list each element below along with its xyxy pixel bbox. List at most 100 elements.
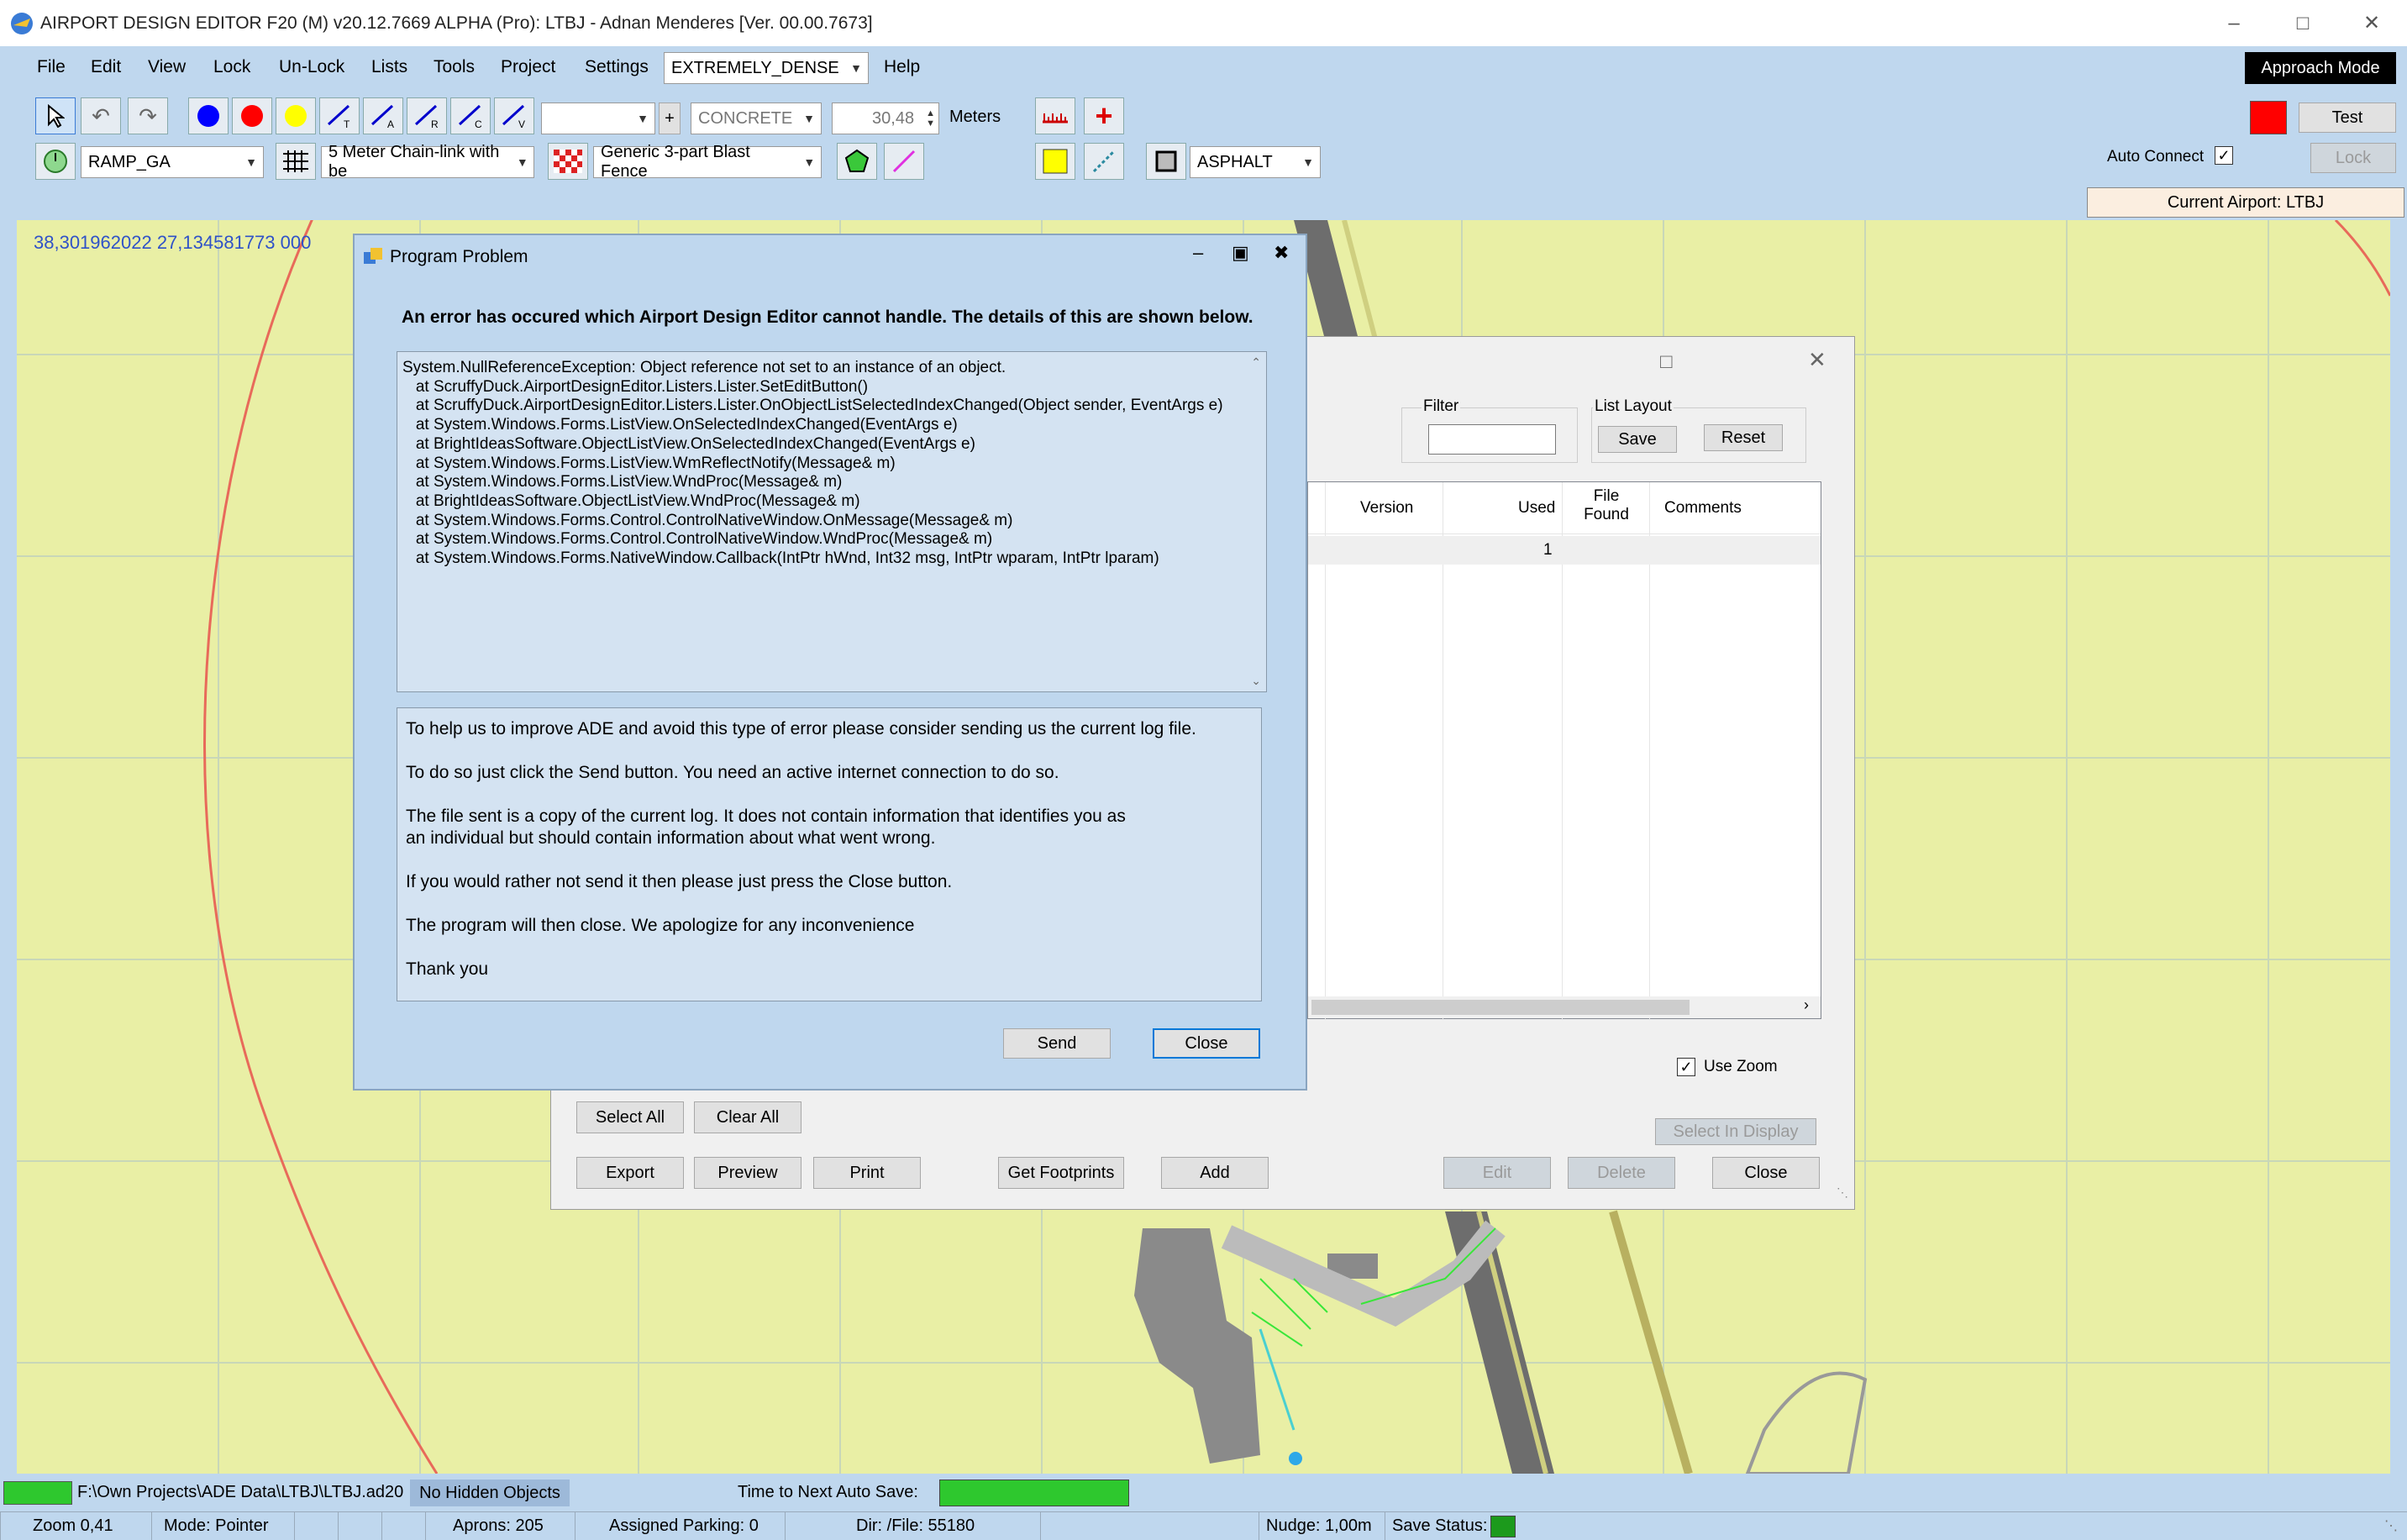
delete-button[interactable]: Delete bbox=[1568, 1157, 1675, 1189]
table-row[interactable]: 1 bbox=[1308, 536, 1821, 565]
error-heading: An error has occured which Airport Desig… bbox=[402, 307, 1253, 327]
ramp-tool[interactable] bbox=[35, 143, 76, 180]
window-title: AIRPORT DESIGN EDITOR F20 (M) v20.12.766… bbox=[40, 13, 873, 33]
line-type-select[interactable]: ▼ bbox=[541, 102, 655, 134]
polygon-tool[interactable] bbox=[837, 143, 877, 180]
column-used[interactable]: Used bbox=[1518, 499, 1555, 518]
select-all-button[interactable]: Select All bbox=[576, 1101, 684, 1133]
object-list[interactable]: Version Used File Found Comments 1 › bbox=[1307, 481, 1821, 1020]
measure-tool[interactable] bbox=[1035, 97, 1075, 134]
dialog-minimize-icon[interactable]: – bbox=[1193, 242, 1203, 264]
lister-close-icon[interactable]: ✕ bbox=[1808, 347, 1826, 373]
checker-icon bbox=[554, 150, 582, 173]
aprons-status: Aprons: 205 bbox=[425, 1512, 575, 1540]
nudge-status: Nudge: 1,00m bbox=[1259, 1512, 1385, 1540]
horizontal-scrollbar[interactable]: › bbox=[1308, 996, 1821, 1018]
menu-tools[interactable]: Tools bbox=[434, 57, 475, 77]
apron-line-tool[interactable]: A bbox=[363, 97, 403, 134]
blast-fence-select[interactable]: Generic 3-part Blast Fence ▼ bbox=[593, 143, 822, 181]
menu-edit[interactable]: Edit bbox=[91, 57, 121, 77]
runway-line-tool[interactable]: R bbox=[407, 97, 447, 134]
dashed-line-tool[interactable] bbox=[1084, 143, 1124, 180]
width-stepper[interactable]: 30,48 ▲ ▼ bbox=[832, 102, 939, 134]
column-comments[interactable]: Comments bbox=[1664, 499, 1742, 518]
send-button[interactable]: Send bbox=[1003, 1028, 1111, 1059]
apron-tool[interactable] bbox=[1146, 143, 1186, 180]
magic-line-tool[interactable] bbox=[884, 143, 924, 180]
dialog-close-button[interactable]: Close bbox=[1153, 1028, 1260, 1059]
ramp-select[interactable]: RAMP_GA ▼ bbox=[81, 146, 264, 178]
file-dir-status: Dir: /File: 55180 bbox=[785, 1512, 1040, 1540]
fence-select[interactable]: 5 Meter Chain-link with be ▼ bbox=[321, 143, 534, 181]
redo-button[interactable]: ↷ bbox=[128, 97, 168, 134]
maximize-icon[interactable]: □ bbox=[2268, 0, 2337, 46]
vehicle-line-tool[interactable]: V bbox=[494, 97, 534, 134]
autosave-label: Time to Next Auto Save: bbox=[738, 1483, 918, 1501]
edit-button[interactable]: Edit bbox=[1443, 1157, 1551, 1189]
pointer-tool[interactable] bbox=[35, 97, 76, 134]
add-button[interactable]: Add bbox=[1161, 1157, 1269, 1189]
clear-all-button[interactable]: Clear All bbox=[694, 1101, 801, 1133]
density-select[interactable]: EXTREMELY_DENSE ▼ bbox=[664, 52, 869, 84]
width-unit: Meters bbox=[949, 108, 1001, 126]
file-path: F:\Own Projects\ADE Data\LTBJ\LTBJ.ad20 bbox=[77, 1483, 404, 1501]
column-version[interactable]: Version bbox=[1360, 499, 1413, 518]
use-zoom-checkbox[interactable]: ✓ bbox=[1677, 1058, 1695, 1076]
preview-button[interactable]: Preview bbox=[694, 1157, 801, 1189]
scroll-right-icon[interactable]: › bbox=[1804, 996, 1809, 1014]
hidden-objects-badge[interactable]: No Hidden Objects bbox=[410, 1480, 570, 1506]
red-status-indicator[interactable] bbox=[2250, 101, 2287, 134]
blue-point-tool[interactable] bbox=[188, 97, 229, 134]
scroll-up-icon[interactable]: ⌃ bbox=[1251, 355, 1261, 370]
menu-unlock[interactable]: Un-Lock bbox=[279, 57, 344, 77]
stack-trace-box[interactable]: System.NullReferenceException: Object re… bbox=[397, 351, 1267, 692]
status-resize-grip-icon[interactable]: ⋱ bbox=[2384, 1517, 2398, 1534]
column-file-found[interactable]: File Found bbox=[1577, 487, 1636, 524]
print-button[interactable]: Print bbox=[813, 1157, 921, 1189]
layout-save-button[interactable]: Save bbox=[1598, 426, 1677, 453]
layout-reset-button[interactable]: Reset bbox=[1704, 424, 1783, 451]
surface-select[interactable]: CONCRETE ▼ bbox=[691, 102, 822, 134]
redo-icon: ↷ bbox=[139, 102, 157, 129]
menu-lists[interactable]: Lists bbox=[371, 57, 407, 77]
apron-square-icon bbox=[1155, 150, 1177, 172]
apron-surface-select[interactable]: ASPHALT ▼ bbox=[1190, 146, 1321, 178]
resize-grip-icon[interactable]: ⋱ bbox=[1837, 1185, 1848, 1200]
list-layout-label: List Layout bbox=[1593, 397, 1674, 416]
taxiway-line-tool[interactable]: T bbox=[319, 97, 360, 134]
add-line-type-button[interactable]: + bbox=[659, 102, 681, 134]
close-window-icon[interactable]: ✕ bbox=[2337, 0, 2406, 46]
yellow-fill-tool[interactable] bbox=[1035, 143, 1075, 180]
menu-project[interactable]: Project bbox=[501, 57, 555, 77]
fence-tool[interactable] bbox=[276, 143, 316, 180]
dialog-close-icon[interactable]: ✖ bbox=[1274, 242, 1289, 264]
red-point-tool[interactable] bbox=[232, 97, 272, 134]
menu-settings[interactable]: Settings bbox=[585, 57, 649, 77]
add-point-tool[interactable]: + bbox=[1084, 97, 1124, 134]
undo-button[interactable]: ↶ bbox=[81, 97, 121, 134]
auto-connect-checkbox[interactable]: ✓ bbox=[2215, 146, 2233, 165]
lock-button[interactable]: Lock bbox=[2310, 143, 2396, 173]
blast-fence-tool[interactable] bbox=[548, 143, 588, 180]
lister-maximize-icon[interactable]: □ bbox=[1660, 350, 1673, 374]
lister-close-button[interactable]: Close bbox=[1712, 1157, 1820, 1189]
test-button[interactable]: Test bbox=[2299, 102, 2396, 133]
get-footprints-button[interactable]: Get Footprints bbox=[998, 1157, 1124, 1189]
minimize-icon[interactable]: – bbox=[2199, 0, 2268, 46]
export-button[interactable]: Export bbox=[576, 1157, 684, 1189]
approach-mode-button[interactable]: Approach Mode bbox=[2245, 52, 2396, 84]
filter-input[interactable] bbox=[1428, 424, 1556, 455]
line-r-icon: R bbox=[414, 104, 439, 129]
menu-lock[interactable]: Lock bbox=[213, 57, 250, 77]
dialog-maximize-icon[interactable]: ▣ bbox=[1232, 242, 1249, 264]
scroll-down-icon[interactable]: ⌄ bbox=[1251, 674, 1261, 688]
line-v-icon: V bbox=[502, 104, 525, 129]
yellow-point-tool[interactable] bbox=[276, 97, 316, 134]
spin-icon[interactable]: ▲ ▼ bbox=[926, 108, 935, 129]
menu-file[interactable]: File bbox=[37, 57, 66, 77]
select-in-display-button[interactable]: Select In Display bbox=[1655, 1118, 1816, 1145]
menu-view[interactable]: View bbox=[148, 57, 186, 77]
closed-line-tool[interactable]: C bbox=[450, 97, 491, 134]
menu-help[interactable]: Help bbox=[884, 57, 920, 77]
mode-status: Mode: Pointer bbox=[151, 1512, 294, 1540]
